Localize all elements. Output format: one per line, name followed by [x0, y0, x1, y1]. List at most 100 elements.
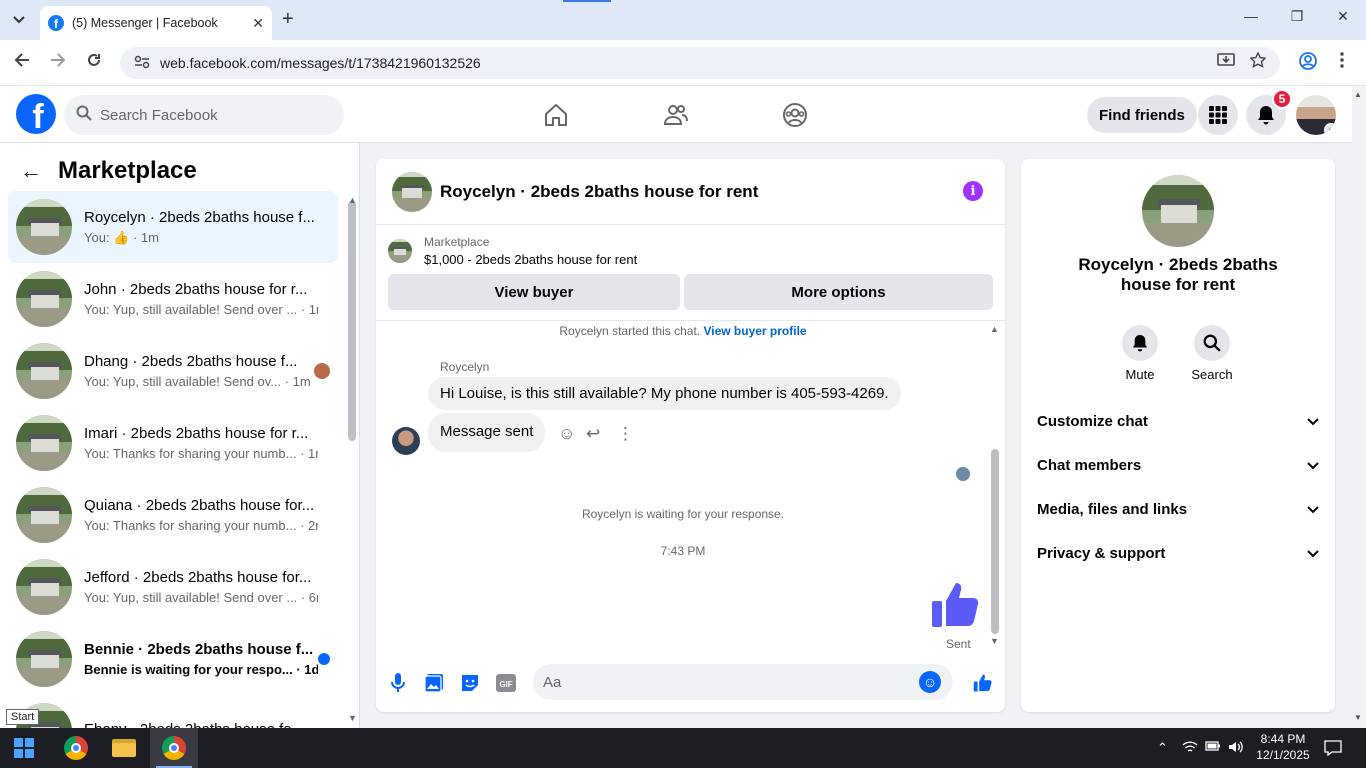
notification-center-icon[interactable]	[1324, 740, 1342, 759]
forward-button[interactable]	[50, 52, 66, 73]
conversation-item[interactable]: John · 2beds 2baths house for r... You: Y…	[8, 263, 338, 335]
chevron-down-icon	[1307, 502, 1319, 517]
browser-menu-icon[interactable]	[1340, 52, 1344, 73]
reload-icon	[88, 54, 100, 66]
sticker-button[interactable]	[459, 672, 481, 694]
start-tooltip: Start	[6, 709, 40, 725]
details-section-row[interactable]: Chat members	[1037, 443, 1319, 487]
reload-button[interactable]	[86, 52, 102, 73]
details-section-row[interactable]: Customize chat	[1037, 399, 1319, 443]
sender-avatar[interactable]	[392, 427, 420, 455]
bookmark-star-icon[interactable]	[1249, 51, 1267, 73]
new-tab-button[interactable]: +	[282, 8, 294, 31]
conversation-text: John · 2beds 2baths house for r... You: Y…	[84, 281, 318, 317]
message-bubble[interactable]: Message sent	[428, 413, 546, 452]
react-icon[interactable]: ☺	[558, 424, 575, 444]
conversation-item[interactable]: Roycelyn · 2beds 2baths house f... You: 👍…	[8, 191, 338, 263]
mute-button[interactable]: Mute	[1110, 325, 1170, 382]
scroll-up-arrow-icon[interactable]: ▲	[348, 195, 357, 205]
listing-profile-thumbnail[interactable]	[1142, 175, 1214, 247]
taskbar-chrome-active[interactable]	[150, 728, 198, 768]
more-icon[interactable]: ⋮	[617, 424, 634, 444]
facebook-search[interactable]	[64, 95, 344, 135]
home-nav-button[interactable]	[541, 100, 571, 130]
reply-icon[interactable]: ↩	[586, 424, 600, 444]
chrome-icon	[162, 736, 186, 760]
tab-close-icon[interactable]: ✕	[252, 15, 264, 32]
details-section-row[interactable]: Media, files and links	[1037, 487, 1319, 531]
install-app-icon[interactable]	[1217, 52, 1235, 73]
home-icon	[545, 104, 567, 126]
gif-button[interactable]: GIF	[495, 672, 517, 694]
conversation-item[interactable]: Dhang · 2beds 2baths house f... You: Yup,…	[8, 335, 338, 407]
listing-summary[interactable]: Marketplace $1,000 - 2beds 2baths house …	[388, 235, 637, 267]
view-buyer-button[interactable]: View buyer	[388, 274, 680, 310]
attach-photo-button[interactable]	[423, 672, 445, 694]
chat-panel: Roycelyn · 2beds 2baths house for rent i…	[376, 159, 1005, 712]
search-in-chat-button[interactable]: Search	[1182, 325, 1242, 382]
show-hidden-icons-icon[interactable]: ⌃	[1157, 740, 1168, 756]
bell-icon	[1132, 335, 1148, 352]
listing-thumbnail[interactable]	[392, 171, 432, 212]
message-bubble[interactable]: Hi Louise, is this still available? My p…	[428, 377, 901, 410]
taskbar-chrome-app[interactable]	[52, 728, 100, 768]
bell-icon	[1258, 106, 1274, 125]
window-close-button[interactable]: ✕	[1320, 8, 1366, 25]
more-options-button[interactable]: More options	[684, 274, 993, 310]
view-buyer-profile-link[interactable]: View buyer profile	[703, 324, 806, 338]
scroll-down-arrow-icon[interactable]: ▼	[990, 636, 999, 646]
back-arrow-icon[interactable]: ←	[20, 158, 42, 184]
conversation-item[interactable]: Jefford · 2beds 2baths house for... You: …	[8, 551, 338, 623]
send-like-button[interactable]	[972, 672, 994, 694]
chat-started-text: Roycelyn started this chat.	[559, 324, 701, 338]
battery-icon[interactable]	[1205, 740, 1221, 755]
wifi-icon[interactable]	[1182, 740, 1198, 757]
conversation-item[interactable]: Imari · 2beds 2baths house for r... You: …	[8, 407, 338, 479]
conversation-text: Bennie · 2beds 2baths house f... Bennie i…	[84, 641, 318, 677]
voice-clip-button[interactable]	[387, 672, 409, 694]
search-input[interactable]	[100, 106, 320, 124]
minimize-button[interactable]: —	[1228, 8, 1274, 24]
facebook-logo[interactable]: f	[16, 94, 56, 134]
chat-scrollbar[interactable]	[991, 449, 999, 634]
back-button[interactable]	[14, 52, 30, 73]
page-scroll-down-icon[interactable]: ▼	[1354, 713, 1362, 722]
taskbar-file-explorer[interactable]	[100, 728, 148, 768]
scroll-down-arrow-icon[interactable]: ▼	[348, 713, 357, 723]
account-avatar[interactable]: ▾	[1296, 95, 1336, 135]
conversation-item[interactable]: Quiana · 2beds 2baths house for... You: T…	[8, 479, 338, 551]
inbox-scrollbar[interactable]	[348, 201, 356, 441]
omnibox[interactable]: web.facebook.com/messages/t/173842196013…	[120, 47, 1280, 79]
browser-tab[interactable]: f (5) Messenger | Facebook ✕	[40, 6, 272, 40]
friends-nav-button[interactable]	[661, 100, 691, 130]
restore-button[interactable]: ❐	[1274, 8, 1320, 25]
find-friends-button[interactable]: Find friends	[1087, 97, 1197, 133]
tab-search-button[interactable]	[6, 8, 32, 32]
groups-nav-button[interactable]	[780, 100, 810, 130]
chat-started-notice: Roycelyn started this chat. View buyer p…	[376, 324, 990, 338]
conversation-item[interactable]: Bennie · 2beds 2baths house f... Bennie i…	[8, 623, 338, 695]
volume-icon[interactable]	[1228, 740, 1244, 757]
emoji-icon[interactable]: ☺	[919, 671, 941, 693]
message-input-box[interactable]: ☺	[533, 664, 953, 700]
system-clock[interactable]: 8:44 PM 12/1/2025	[1252, 731, 1314, 763]
site-info-icon[interactable]	[134, 55, 150, 72]
conversation-item[interactable]: Ebony · 2beds 2baths house fo...	[8, 695, 338, 728]
details-section-row[interactable]: Privacy & support	[1037, 531, 1319, 575]
page-scroll-up-icon[interactable]: ▲	[1354, 90, 1362, 99]
tab-title: (5) Messenger | Facebook	[72, 16, 218, 30]
conversation-name: Roycelyn · 2beds 2baths house f...	[84, 208, 315, 226]
conversation-text: Quiana · 2beds 2baths house for... You: T…	[84, 497, 318, 533]
chat-title[interactable]: Roycelyn · 2beds 2baths house for rent	[440, 182, 758, 202]
info-icon[interactable]: i	[963, 181, 983, 201]
profile-icon[interactable]	[1299, 52, 1317, 75]
message-input[interactable]	[543, 673, 913, 691]
conversation-name: Jefford · 2beds 2baths house for...	[84, 569, 312, 586]
start-button[interactable]	[0, 728, 48, 768]
menu-button[interactable]	[1198, 95, 1238, 135]
chat-header: Roycelyn · 2beds 2baths house for rent i	[376, 159, 1005, 225]
thumbs-up-icon[interactable]	[930, 579, 982, 631]
scroll-up-arrow-icon[interactable]: ▲	[990, 324, 999, 334]
conversation-thumbnail	[16, 199, 72, 255]
notifications-badge: 5	[1272, 89, 1292, 109]
